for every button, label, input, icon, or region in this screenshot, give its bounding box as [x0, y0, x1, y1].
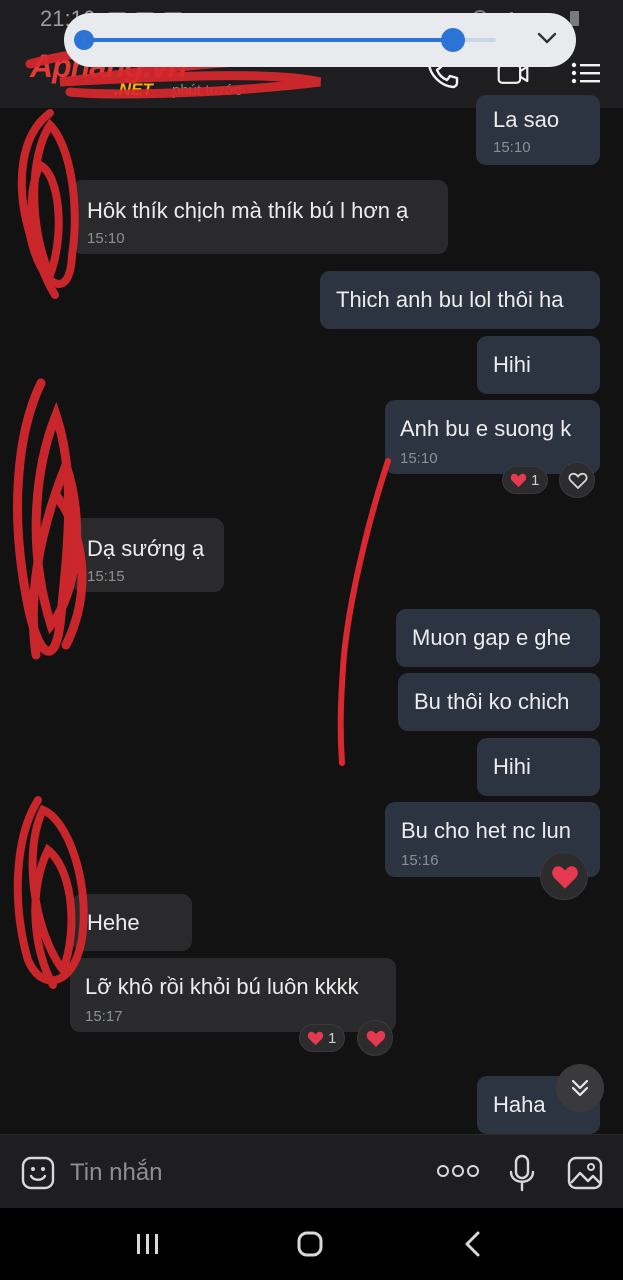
message-text: Bu cho het nc lun — [401, 818, 572, 843]
message-bubble-outgoing[interactable]: Anh bu e suong k 15:10 — [385, 400, 600, 474]
emoji-icon[interactable] — [20, 1155, 56, 1191]
heart-icon — [510, 473, 527, 488]
heart-icon — [552, 866, 578, 889]
reaction-count: 1 — [328, 1030, 337, 1047]
volume-fill — [84, 38, 451, 42]
message-text: Lỡ khô rồi khỏi bú luôn kkkk — [85, 974, 359, 999]
more-icon[interactable] — [436, 1163, 480, 1179]
message-time: 15:10 — [87, 230, 125, 247]
message-text: Dạ sướng ạ — [87, 536, 205, 561]
volume-handle[interactable] — [441, 28, 465, 52]
heart-outline-icon — [568, 472, 588, 490]
annotation-line — [337, 458, 391, 766]
menu-icon[interactable] — [568, 56, 602, 90]
message-text: Hihi — [493, 754, 531, 779]
message-text: Anh bu e suong k — [400, 416, 572, 441]
reaction-badge[interactable]: 1 — [502, 466, 548, 494]
message-text: Bu thôi ko chich — [414, 689, 570, 714]
message-time: 15:10 — [493, 139, 531, 156]
message-text: Haha — [493, 1092, 546, 1117]
message-time: 15:17 — [85, 1008, 123, 1025]
message-text: Hihi — [493, 352, 531, 377]
microphone-icon[interactable] — [507, 1153, 537, 1193]
my-reaction-button[interactable] — [357, 1020, 393, 1056]
double-chevron-down-icon — [571, 1079, 589, 1097]
system-navigation-bar — [0, 1208, 623, 1280]
recent-apps-icon[interactable] — [134, 1232, 162, 1256]
add-reaction-button[interactable] — [559, 462, 595, 498]
message-bubble-outgoing[interactable]: La sao 15:10 — [476, 95, 600, 165]
message-bubble-outgoing[interactable]: Hihi — [477, 336, 600, 394]
chevron-down-icon[interactable] — [534, 25, 560, 51]
reaction-badge[interactable] — [540, 852, 588, 900]
back-icon[interactable] — [462, 1230, 484, 1258]
message-bubble-outgoing[interactable]: Bu thôi ko chich — [398, 673, 600, 731]
message-text: Hôk thík chịch mà thík bú l hơn ạ — [87, 198, 409, 223]
message-bubble-incoming[interactable]: Hôk thík chịch mà thík bú l hơn ạ 15:10 — [72, 180, 448, 254]
redaction-scribble — [17, 109, 79, 299]
redaction-scribble — [13, 378, 87, 660]
message-composer: Tin nhắn — [0, 1134, 623, 1209]
reaction-badge[interactable]: 1 — [299, 1024, 345, 1052]
volume-track[interactable] — [84, 28, 496, 52]
message-bubble-outgoing[interactable]: Hihi — [477, 738, 600, 796]
heart-icon — [366, 1030, 386, 1047]
message-text: Muon gap e ghe — [412, 625, 572, 650]
heart-icon — [307, 1031, 324, 1046]
scroll-to-bottom-button[interactable] — [556, 1064, 604, 1112]
message-input[interactable]: Tin nhắn — [70, 1159, 163, 1187]
message-text: Thich anh bu lol thôi ha — [336, 287, 564, 312]
reaction-count: 1 — [531, 472, 540, 489]
message-time: 15:16 — [401, 852, 439, 869]
message-bubble-outgoing[interactable]: Thich anh bu lol thôi ha — [320, 271, 600, 329]
message-time: 15:10 — [400, 450, 438, 467]
message-bubble-outgoing[interactable]: Muon gap e ghe — [396, 609, 600, 667]
redaction-scribble — [13, 796, 88, 989]
home-icon[interactable] — [296, 1230, 324, 1258]
message-bubble-incoming[interactable]: Lỡ khô rồi khỏi bú luôn kkkk 15:17 — [70, 958, 396, 1032]
volume-slider-panel[interactable] — [64, 13, 576, 67]
message-text: La sao — [493, 107, 560, 132]
image-icon[interactable] — [566, 1155, 604, 1191]
